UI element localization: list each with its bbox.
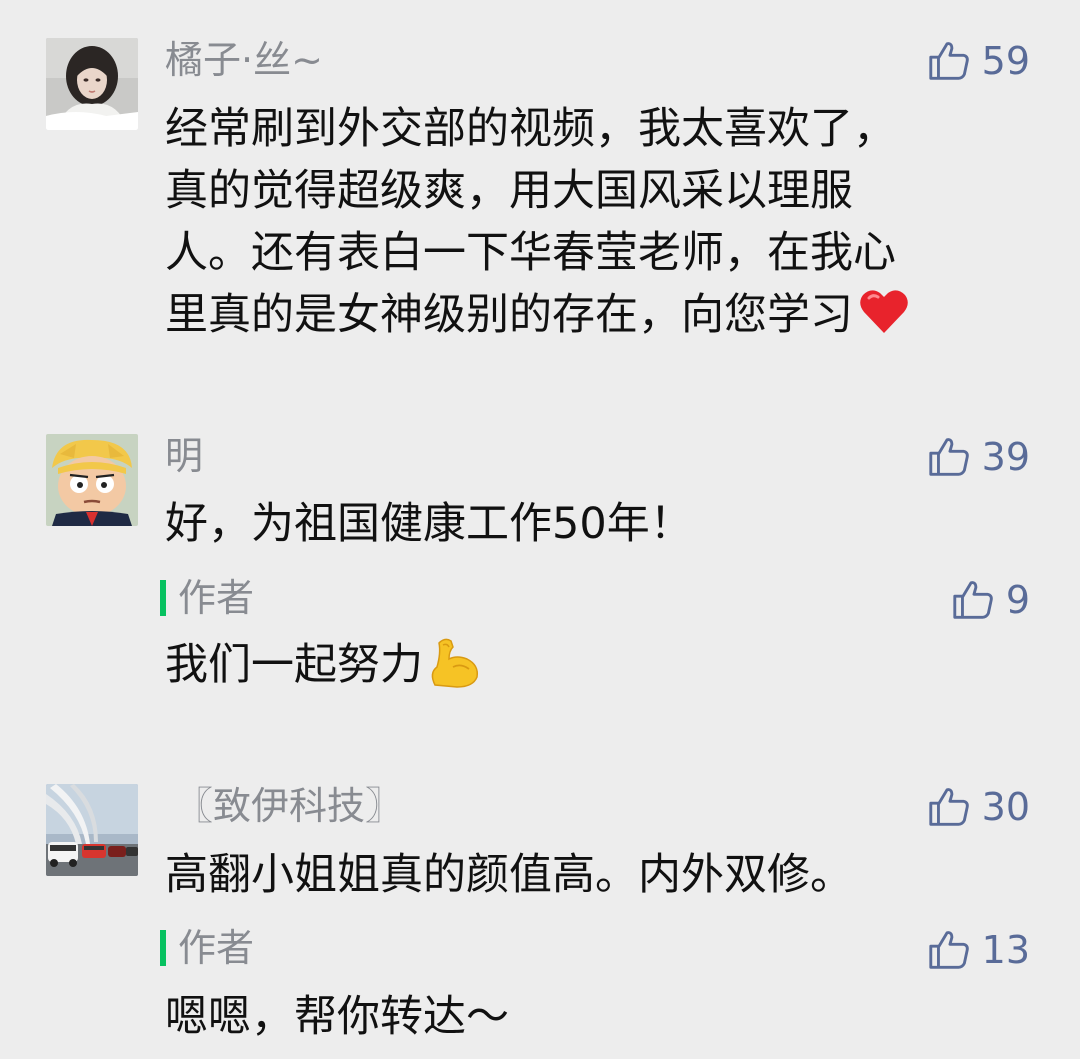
author-reply-tag: 作者 xyxy=(160,576,254,620)
author-label: 作者 xyxy=(178,926,255,970)
red-heart-emoji-icon xyxy=(860,290,908,333)
avatar-woman-photo-icon xyxy=(46,38,138,130)
comment-list: 橘子·丝~ 59 经常刷到外交部的视频，我太喜欢了， 真的觉得超级爽，用大国风采… xyxy=(0,0,1080,1059)
comment-line: 好，为祖国健康工作50年！ xyxy=(165,499,693,549)
thumbs-up-icon xyxy=(928,788,969,826)
reply-text: 嗯嗯，帮你转达～ xyxy=(165,992,509,1042)
avatar[interactable] xyxy=(46,434,138,526)
comment-nickname[interactable]: 橘子·丝~ xyxy=(165,38,323,82)
comment-content: 高翻小姐姐真的颜值高。内外双修。 xyxy=(165,844,853,906)
comment-line: 高翻小姐姐真的颜值高。内外双修。 xyxy=(165,850,853,900)
thumbs-up-icon xyxy=(928,42,969,80)
comment-nickname[interactable]: 〖致伊科技〗 xyxy=(175,784,403,828)
reply-like-button[interactable]: 13 xyxy=(926,925,1030,975)
avatar[interactable] xyxy=(46,38,138,130)
like-button[interactable]: 30 xyxy=(926,782,1030,832)
reply-text: 我们一起努力 xyxy=(165,640,423,690)
like-button[interactable]: 39 xyxy=(926,432,1030,482)
author-reply-content: 嗯嗯，帮你转达～ xyxy=(165,986,509,1048)
comment-line: 人。还有表白一下华春莹老师，在我心 xyxy=(165,228,896,278)
like-count: 39 xyxy=(981,435,1030,479)
thumbs-up-icon xyxy=(953,581,993,619)
comment-content: 好，为祖国健康工作50年！ xyxy=(165,493,693,555)
comment-line: 里真的是女神级别的存在，向您学习 xyxy=(165,290,853,340)
like-count: 9 xyxy=(1005,578,1030,622)
reply-line-with-emoji: 我们一起努力 xyxy=(165,634,481,696)
comment-content: 经常刷到外交部的视频，我太喜欢了， 真的觉得超级爽，用大国风采以理服 人。还有表… xyxy=(165,98,911,346)
comment-line: 真的觉得超级爽，用大国风采以理服 xyxy=(165,166,853,216)
flexed-biceps-emoji-icon xyxy=(431,638,479,688)
author-reply-content: 我们一起努力 xyxy=(165,634,481,696)
reply-like-button[interactable]: 9 xyxy=(950,575,1030,625)
thumbs-up-icon xyxy=(928,931,969,969)
author-bar xyxy=(160,930,166,966)
avatar[interactable] xyxy=(46,784,138,876)
author-label: 作者 xyxy=(178,576,255,620)
like-button[interactable]: 59 xyxy=(926,36,1030,86)
avatar-cars-photo-icon xyxy=(46,784,138,876)
comment-line: 经常刷到外交部的视频，我太喜欢了， xyxy=(165,104,896,154)
like-count: 59 xyxy=(981,39,1030,83)
avatar-cartoon-man-icon xyxy=(46,434,138,526)
comment-nickname[interactable]: 明 xyxy=(165,434,203,478)
like-count: 30 xyxy=(981,785,1030,829)
thumbs-up-icon xyxy=(928,438,969,476)
comment-line-with-emoji: 里真的是女神级别的存在，向您学习 xyxy=(165,284,911,346)
like-count: 13 xyxy=(981,928,1030,972)
author-reply-tag: 作者 xyxy=(160,926,254,970)
author-bar xyxy=(160,580,166,616)
